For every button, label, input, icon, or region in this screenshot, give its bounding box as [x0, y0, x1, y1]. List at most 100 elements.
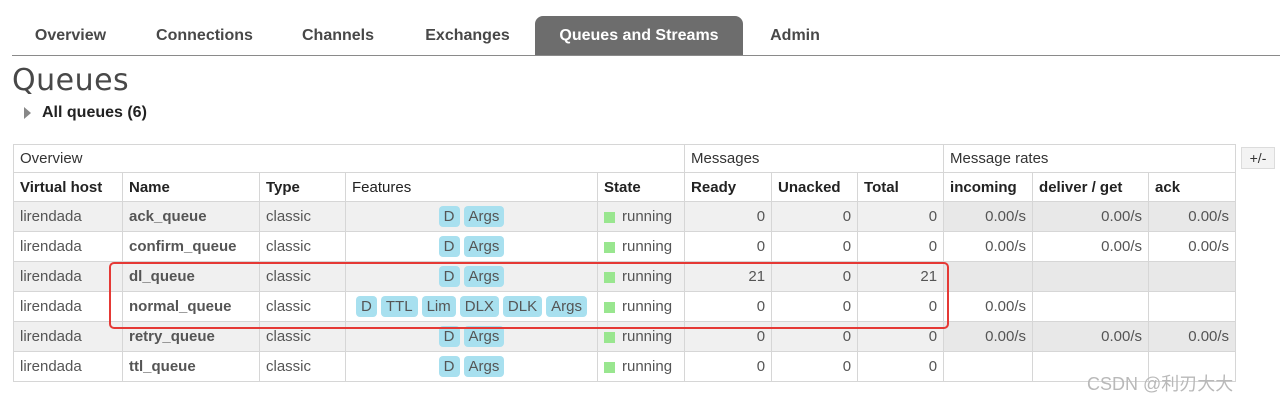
- state-label: running: [622, 358, 673, 375]
- cell-type: classic: [259, 291, 346, 322]
- col-deliver-get[interactable]: deliver / get: [1032, 172, 1150, 202]
- cell-ack: [1148, 261, 1237, 292]
- col-ready[interactable]: Ready: [684, 172, 773, 202]
- cell-virtual-host: lirendada: [13, 261, 123, 292]
- col-state[interactable]: State: [596, 172, 686, 202]
- table-row: lirendada dl_queue classic D Args running 21 0 2…: [13, 261, 1237, 292]
- queue-rows: lirendada ack_queue classic D Args running 0 0 0…: [13, 201, 1237, 382]
- cell-virtual-host: lirendada: [13, 291, 123, 322]
- col-total[interactable]: Total: [857, 172, 945, 202]
- queues-table: Overview Messages Message rates Virtual …: [12, 144, 1237, 382]
- expand-triangle-icon: [24, 107, 31, 119]
- queue-name-link[interactable]: ttl_queue: [122, 351, 260, 382]
- table-row: lirendada retry_queue classic D Args running 0…: [13, 321, 1237, 352]
- col-name[interactable]: Name: [122, 172, 260, 202]
- running-status-icon: [604, 331, 615, 343]
- cell-total: 21: [857, 261, 945, 292]
- cell-type: classic: [259, 261, 346, 292]
- cell-virtual-host: lirendada: [13, 231, 123, 262]
- cell-state: running: [596, 261, 686, 292]
- state-label: running: [622, 238, 673, 255]
- running-status-icon: [604, 241, 615, 253]
- cell-unacked: 0: [771, 321, 859, 352]
- table-row: lirendada ack_queue classic D Args running 0 0 0…: [13, 201, 1237, 232]
- cell-type: classic: [259, 351, 346, 382]
- cell-incoming: 0.00/s: [943, 321, 1034, 352]
- all-queues-toggle[interactable]: All queues (6): [24, 103, 147, 123]
- cell-deliver-get: [1032, 291, 1150, 322]
- cell-type: classic: [259, 231, 346, 262]
- feature-badge: Args: [546, 296, 587, 317]
- cell-ack: [1148, 291, 1237, 322]
- feature-badge: D: [356, 296, 377, 317]
- cell-unacked: 0: [771, 231, 859, 262]
- state-label: running: [622, 298, 673, 315]
- tab-connections[interactable]: Connections: [139, 16, 270, 55]
- cell-total: 0: [857, 291, 945, 322]
- queue-name-link[interactable]: confirm_queue: [122, 231, 260, 262]
- feature-badge: Args: [463, 206, 505, 227]
- feature-badge: Args: [463, 266, 505, 287]
- column-group-header: Overview Messages Message rates: [12, 144, 1237, 173]
- tab-exchanges[interactable]: Exchanges: [406, 16, 529, 55]
- cell-type: classic: [259, 321, 346, 352]
- col-ack[interactable]: ack: [1148, 172, 1237, 202]
- col-virtual-host[interactable]: Virtual host: [13, 172, 123, 202]
- queue-name-link[interactable]: normal_queue: [122, 291, 260, 322]
- cell-features: D Args: [345, 201, 598, 232]
- col-unacked[interactable]: Unacked: [771, 172, 859, 202]
- column-header: Virtual host Name Type Features State Re…: [13, 172, 1237, 202]
- state-label: running: [622, 208, 673, 225]
- cell-ready: 21: [684, 261, 773, 292]
- queue-name-link[interactable]: dl_queue: [122, 261, 260, 292]
- cell-ready: 0: [684, 201, 773, 232]
- toggle-columns-button[interactable]: +/-: [1241, 147, 1275, 169]
- cell-ready: 0: [684, 291, 773, 322]
- col-incoming[interactable]: incoming: [943, 172, 1034, 202]
- cell-deliver-get: [1032, 261, 1150, 292]
- col-type[interactable]: Type: [259, 172, 346, 202]
- cell-ack: 0.00/s: [1148, 231, 1237, 262]
- cell-state: running: [596, 351, 686, 382]
- feature-badge: DLX: [459, 296, 499, 317]
- feature-badge: D: [438, 356, 460, 377]
- state-label: running: [622, 268, 673, 285]
- cell-deliver-get: 0.00/s: [1032, 321, 1150, 352]
- table-row: lirendada normal_queue classic D TTL Lim DLX DL…: [13, 291, 1237, 322]
- cell-features: D Args: [345, 231, 598, 262]
- col-features[interactable]: Features: [345, 172, 598, 202]
- cell-type: classic: [259, 201, 346, 232]
- queue-name-link[interactable]: retry_queue: [122, 321, 260, 352]
- cell-incoming: 0.00/s: [943, 231, 1034, 262]
- cell-virtual-host: lirendada: [13, 201, 123, 232]
- cell-total: 0: [857, 351, 945, 382]
- running-status-icon: [604, 301, 615, 313]
- cell-state: running: [596, 201, 686, 232]
- tab-queues-and-streams[interactable]: Queues and Streams: [535, 16, 743, 55]
- cell-incoming: 0.00/s: [943, 291, 1034, 322]
- tab-admin[interactable]: Admin: [757, 16, 833, 55]
- cell-features: D Args: [345, 351, 598, 382]
- feature-badge: D: [438, 236, 460, 257]
- queue-name-link[interactable]: ack_queue: [122, 201, 260, 232]
- feature-badge: Lim: [421, 296, 456, 317]
- feature-badge: DLK: [502, 296, 543, 317]
- state-label: running: [622, 328, 673, 345]
- feature-badge: D: [438, 326, 460, 347]
- cell-total: 0: [857, 321, 945, 352]
- cell-incoming: 0.00/s: [943, 201, 1034, 232]
- cell-unacked: 0: [771, 351, 859, 382]
- group-overview: Overview: [12, 144, 686, 173]
- running-status-icon: [604, 361, 615, 373]
- running-status-icon: [604, 211, 615, 223]
- cell-ack: 0.00/s: [1148, 201, 1237, 232]
- cell-ack: 0.00/s: [1148, 321, 1237, 352]
- cell-unacked: 0: [771, 261, 859, 292]
- tab-channels[interactable]: Channels: [284, 16, 392, 55]
- cell-total: 0: [857, 201, 945, 232]
- cell-state: running: [596, 291, 686, 322]
- cell-state: running: [596, 231, 686, 262]
- tab-overview[interactable]: Overview: [12, 16, 129, 55]
- feature-badge: Args: [463, 356, 505, 377]
- group-messages: Messages: [684, 144, 945, 173]
